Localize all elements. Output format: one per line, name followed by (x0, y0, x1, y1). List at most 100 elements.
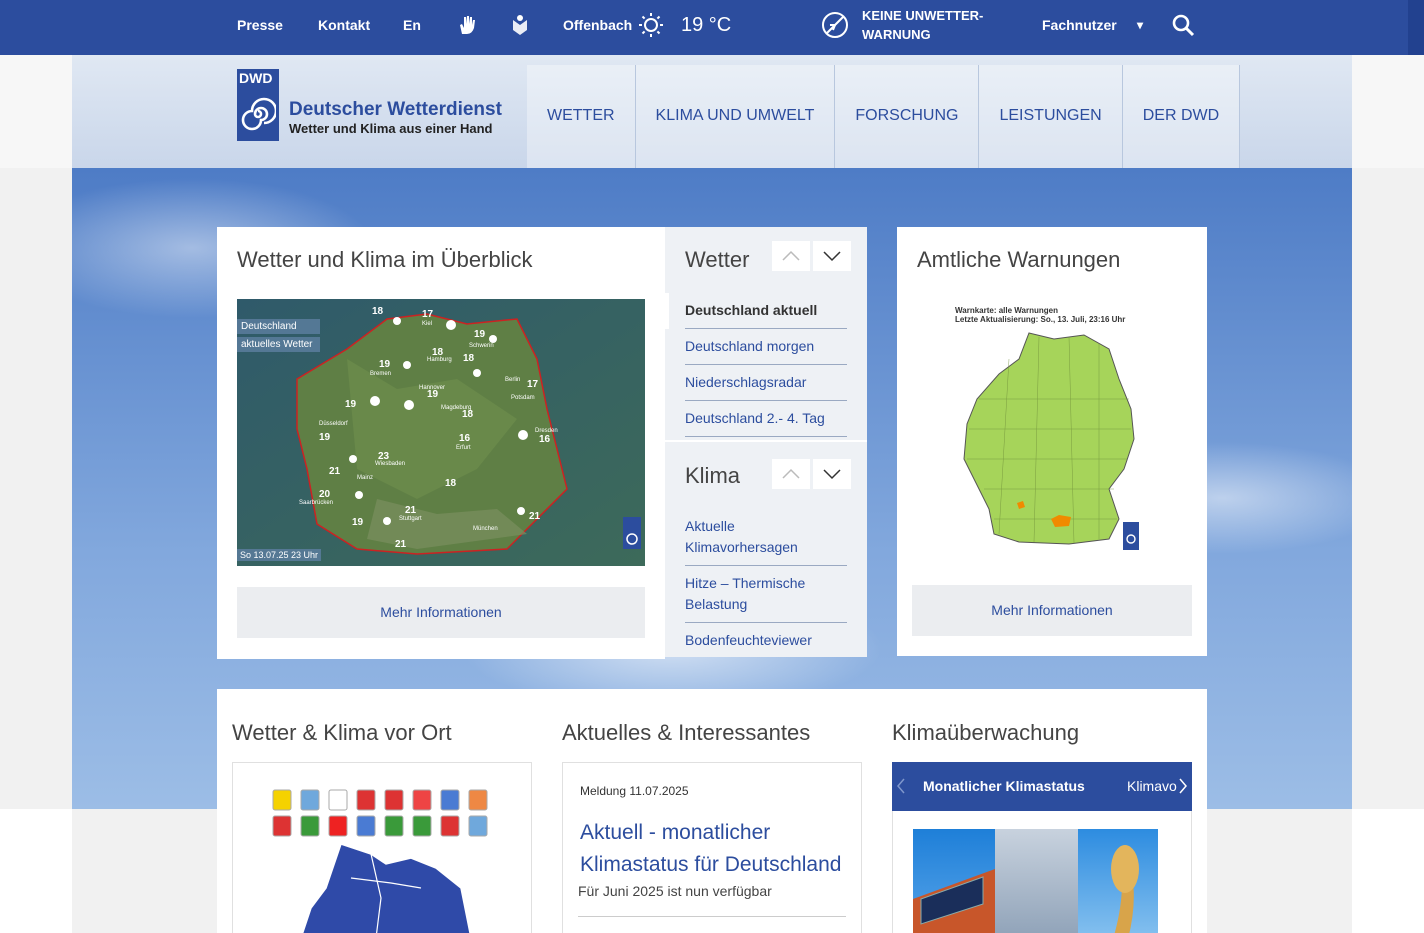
warnmap-caption-1: Warnkarte: alle Warnungen (955, 306, 1058, 315)
news-divider (578, 916, 846, 917)
chevron-down-icon[interactable]: ▾ (1137, 0, 1143, 50)
link-niederschlagsradar[interactable]: Niederschlagsradar (685, 372, 847, 401)
nav-klima-und-umwelt[interactable]: KLIMA UND UMWELT (635, 65, 836, 168)
presse-link[interactable]: Presse (237, 0, 283, 50)
nav-leistungen[interactable]: LEISTUNGEN (979, 65, 1123, 168)
chevron-up-icon (782, 250, 800, 261)
nav-wetter[interactable]: WETTER (527, 65, 636, 168)
wetter-scroll-up-button[interactable] (772, 241, 810, 271)
tab-monatlicher-klimastatus[interactable]: Monatlicher Klimastatus (908, 762, 1100, 811)
main-navigation: WETTER KLIMA UND UMWELT FORSCHUNG LEISTU… (527, 65, 1241, 168)
chevron-up-icon (782, 468, 800, 479)
overview-title: Wetter und Klima im Überblick (237, 247, 533, 272)
warnings-title: Amtliche Warnungen (917, 247, 1121, 272)
link-klimavorhersagen[interactable]: Aktuelle Klimavorhersagen (685, 516, 847, 566)
local-title: Wetter & Klima vor Ort (232, 720, 452, 745)
svg-text:18: 18 (463, 353, 475, 364)
weather-map[interactable]: 18 17 19 18 19 18 19 19 17 18 19 16 16 23 21 18 20 1… (237, 299, 645, 566)
temperature-value: 19 °C (681, 14, 732, 36)
svg-text:18: 18 (372, 306, 384, 317)
svg-text:Wiesbaden: Wiesbaden (375, 461, 405, 467)
warning-status-line-1: KEINE UNWETTER- (862, 8, 984, 23)
state-map[interactable] (271, 788, 495, 933)
svg-text:19: 19 (352, 517, 364, 528)
warnings-more-button[interactable]: Mehr Informationen (912, 585, 1192, 636)
link-deutschland-aktuell[interactable]: Deutschland aktuell (685, 300, 847, 329)
header-margin-left (0, 55, 72, 168)
svg-text:Erfurt: Erfurt (456, 445, 471, 451)
klima-scroll-up-button[interactable] (772, 459, 810, 489)
svg-text:Saarbrücken: Saarbrücken (299, 500, 333, 506)
svg-text:Schwerin: Schwerin (469, 343, 494, 349)
overview-more-button[interactable]: Mehr Informationen (237, 587, 645, 638)
svg-text:Kiel: Kiel (422, 321, 432, 327)
wetter-scroll-down-button[interactable] (813, 241, 851, 271)
svg-text:21: 21 (405, 505, 417, 516)
news-card[interactable]: Meldung 11.07.2025 Aktuell - monatlicher… (562, 762, 862, 933)
map-timestamp: So 13.07.25 23 Uhr (240, 550, 319, 560)
page-margin-left (0, 809, 72, 933)
scrollbar-strip (1408, 0, 1424, 55)
news-meta: Meldung 11.07.2025 (580, 784, 689, 798)
warnmap-caption-2: Letzte Aktualisierung: So., 13. Juli, 23… (955, 315, 1126, 324)
svg-text:19: 19 (379, 359, 391, 370)
page-margin-right (1352, 809, 1424, 933)
svg-text:19: 19 (345, 399, 357, 410)
svg-text:17: 17 (527, 379, 539, 390)
svg-text:Düsseldorf: Düsseldorf (319, 421, 348, 427)
lower-section: Wetter & Klima vor Ort Aktuelles & Inter… (217, 689, 1207, 933)
link-deutschland-2-4-tag[interactable]: Deutschland 2.- 4. Tag (685, 408, 847, 437)
link-deutschland-morgen[interactable]: Deutschland morgen (685, 336, 847, 365)
svg-text:21: 21 (529, 511, 541, 522)
swirl-icon (240, 91, 276, 137)
link-hitze-thermische-belastung[interactable]: Hitze – Thermische Belastung (685, 573, 847, 623)
svg-text:19: 19 (474, 329, 486, 340)
svg-text:16: 16 (539, 434, 551, 445)
svg-text:Hamburg: Hamburg (427, 357, 452, 363)
svg-text:20: 20 (319, 489, 331, 500)
svg-text:Bremen: Bremen (370, 371, 391, 377)
menu-divider (665, 440, 867, 442)
news-teaser: Für Juni 2025 ist nun verfügbar (578, 883, 772, 899)
easy-language-icon[interactable] (511, 14, 529, 36)
svg-text:Hannover: Hannover (419, 385, 445, 391)
chevron-down-icon (823, 469, 841, 480)
link-bodenfeuchteviewer[interactable]: Bodenfeuchteviewer (685, 630, 847, 651)
dwd-logo[interactable]: DWD Deutscher Wetterdienst Wetter und Kl… (237, 69, 517, 141)
chevron-down-icon (823, 251, 841, 262)
chevron-right-icon[interactable] (1178, 777, 1188, 800)
search-icon[interactable] (1171, 13, 1195, 37)
kontakt-link[interactable]: Kontakt (318, 0, 370, 50)
news-headline[interactable]: Aktuell - monatlicher Klimastatus für De… (580, 817, 855, 881)
klima-menu-title: Klima (685, 463, 741, 488)
svg-text:Potsdam: Potsdam (511, 395, 535, 401)
climate-slider: Monatlicher Klimastatus Klimavorhersagen (892, 762, 1192, 811)
local-card[interactable] (232, 762, 532, 933)
svg-text:18: 18 (445, 478, 457, 489)
language-switch[interactable]: En (403, 0, 421, 50)
tab-klimavorhersagen[interactable]: Klimavorhersagen (1127, 762, 1177, 811)
user-type-select[interactable]: Fachnutzer (1042, 0, 1117, 50)
svg-text:19: 19 (319, 432, 331, 443)
warning-map[interactable] (959, 329, 1149, 554)
sign-language-icon[interactable] (457, 14, 477, 36)
klima-scroll-down-button[interactable] (813, 459, 851, 489)
svg-text:Dresden: Dresden (535, 428, 558, 434)
svg-text:17: 17 (422, 309, 434, 320)
svg-text:München: München (473, 526, 498, 532)
climate-teaser-image[interactable] (913, 829, 1158, 933)
map-label-current: aktuelles Wetter (241, 339, 313, 350)
wetter-menu-title: Wetter (685, 247, 750, 272)
logo-abbreviation: DWD (239, 70, 273, 86)
warning-status[interactable]: KEINE UNWETTER- WARNUNG (862, 6, 983, 46)
climate-title: Klimaüberwachung (892, 720, 1080, 745)
nav-forschung[interactable]: FORSCHUNG (835, 65, 980, 168)
logo-title: Deutscher Wetterdienst (289, 99, 502, 120)
map-label-region: Deutschland (241, 321, 297, 332)
location-label[interactable]: Offenbach (563, 0, 632, 50)
nav-der-dwd[interactable]: DER DWD (1122, 65, 1241, 168)
sun-icon (638, 12, 664, 38)
svg-text:Magdeburg: Magdeburg (441, 405, 471, 411)
logo-subtitle: Wetter und Klima aus einer Hand (289, 121, 493, 136)
chevron-left-icon[interactable] (896, 777, 906, 800)
